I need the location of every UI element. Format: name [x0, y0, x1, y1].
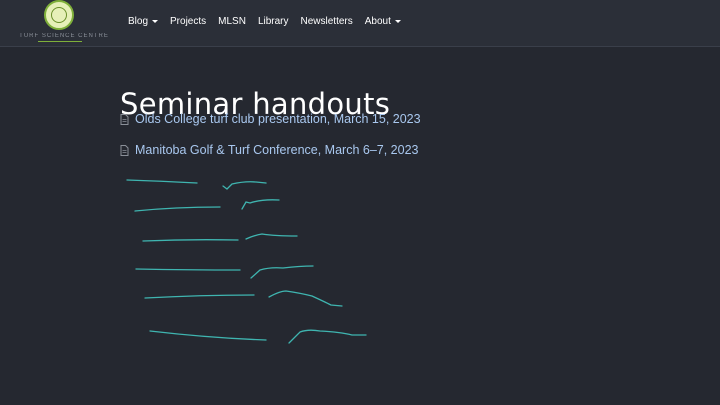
scribble-stroke: [144, 294, 255, 299]
scribble-stroke: [142, 239, 239, 242]
scribble-stroke: [135, 268, 241, 271]
scribble-stroke: [245, 233, 298, 240]
annotation-scribbles: [126, 179, 367, 344]
scribble-stroke: [288, 329, 367, 344]
scribble-stroke: [222, 181, 267, 190]
scribble-stroke: [250, 265, 314, 279]
scribble-stroke: [126, 179, 198, 184]
scribble-stroke: [134, 206, 221, 212]
scribble-stroke: [268, 290, 343, 307]
scribble-stroke: [241, 199, 280, 210]
scribble-stroke: [149, 330, 267, 341]
